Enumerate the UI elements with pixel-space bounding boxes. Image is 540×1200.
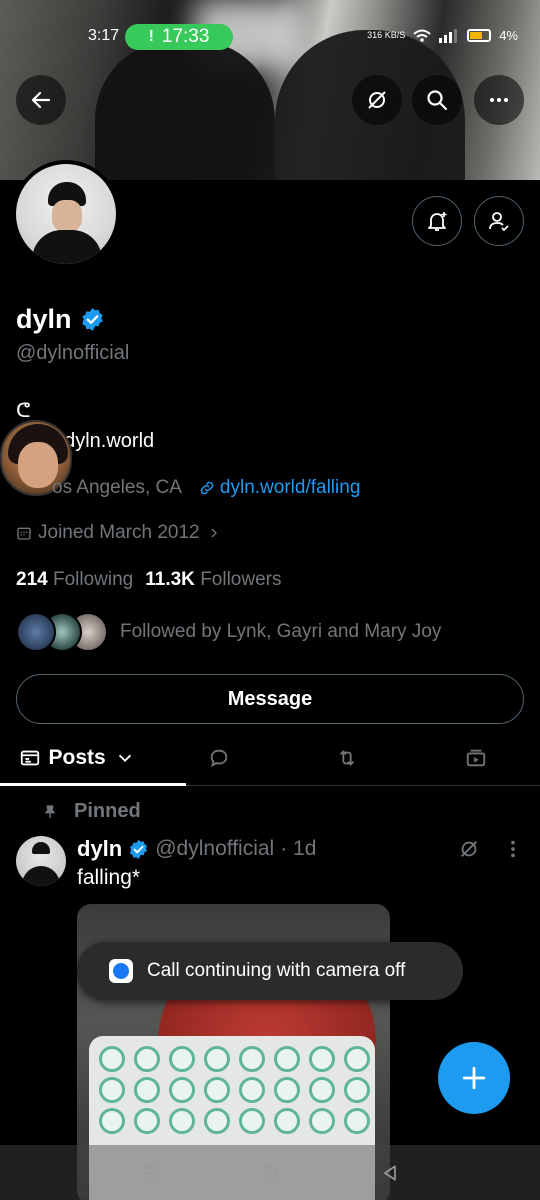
tab-replies[interactable]: [154, 730, 283, 785]
followers-label: Followers: [200, 569, 282, 590]
profile-meta: os Angeles, CA dyln.world/falling: [16, 477, 360, 499]
tab-reposts[interactable]: [283, 730, 412, 785]
more-icon: [490, 98, 508, 102]
chevron-right-icon: [211, 528, 217, 538]
post-actions: [458, 838, 524, 860]
ongoing-call-pill[interactable]: ! 17:33: [125, 24, 233, 50]
back-arrow-icon: [31, 91, 51, 109]
profile-handle: @dylnofficial: [16, 342, 130, 364]
reply-icon: [210, 749, 227, 767]
profile-name: dyln: [16, 304, 105, 335]
person-check-icon: [489, 212, 509, 232]
network-speed: 316 KB/S: [367, 30, 406, 40]
back-button[interactable]: [16, 75, 66, 125]
toast-text: Call continuing with camera off: [147, 960, 406, 981]
bell-plus-icon: [428, 212, 447, 231]
post-time: · 1d: [280, 837, 317, 860]
notifications-button[interactable]: [412, 196, 462, 246]
more-button[interactable]: [474, 75, 524, 125]
recent-apps-icon[interactable]: [140, 1163, 160, 1183]
status-bar: 3:17 ! 17:33 316 KB/S 4%: [0, 0, 540, 72]
search-button[interactable]: [412, 75, 462, 125]
bio-symbol: ᕦ: [16, 400, 31, 422]
tab-posts-label: Posts: [48, 745, 106, 769]
chevron-down-icon: [118, 754, 131, 762]
tab-posts[interactable]: Posts: [0, 730, 187, 786]
followers-stat[interactable]: 11.3K Followers: [145, 569, 281, 591]
joined-text: Joined March 2012: [38, 522, 200, 543]
post-author-handle: @dylnofficial: [155, 837, 275, 860]
following-stat[interactable]: 214 Following: [16, 569, 133, 591]
posts-icon: [20, 750, 39, 765]
back-nav-icon[interactable]: [380, 1163, 400, 1183]
call-timer: 17:33: [161, 26, 210, 47]
message-button[interactable]: Message: [16, 674, 524, 724]
plus-icon: [462, 1066, 486, 1090]
post-author-avatar[interactable]: [16, 836, 66, 886]
verified-badge-icon: [130, 839, 148, 859]
repost-icon: [340, 749, 355, 766]
media-off-icon: [368, 91, 386, 109]
followed-by-row[interactable]: Followed by Lynk, Gayri and Mary Joy: [16, 612, 441, 652]
followed-by-text: Followed by Lynk, Gayri and Mary Joy: [120, 621, 442, 642]
location-text: os Angeles, CA: [52, 477, 182, 498]
follower-avatar: [16, 612, 56, 652]
following-label: Following: [52, 569, 134, 590]
profile-tabs: Posts: [0, 730, 540, 786]
kebab-menu-icon[interactable]: [502, 838, 524, 860]
system-nav-bar: [0, 1145, 540, 1200]
battery-percent: 4%: [499, 28, 518, 43]
wifi-icon: [413, 29, 431, 42]
post-header: dyln @dylnofficial · 1d: [77, 836, 316, 862]
messenger-icon: [109, 959, 133, 983]
tab-media[interactable]: [411, 730, 540, 785]
media-off-button[interactable]: [352, 75, 402, 125]
post-author-name[interactable]: dyln: [77, 836, 122, 862]
follow-counts: 214 Following 11.3K Followers: [16, 569, 282, 591]
battery-icon: [467, 29, 492, 42]
call-toast: Call continuing with camera off: [77, 942, 463, 1000]
display-name: dyln: [16, 304, 72, 334]
followers-count: 11.3K: [145, 569, 195, 590]
website-link[interactable]: dyln.world/falling: [198, 477, 360, 499]
call-alert-icon: !: [148, 28, 154, 45]
post-text: falling*: [77, 866, 141, 889]
link-icon: [200, 481, 214, 495]
following-count: 214: [16, 569, 48, 590]
media-off-icon[interactable]: [458, 838, 480, 860]
media-icon: [466, 749, 485, 766]
following-button[interactable]: [474, 196, 524, 246]
search-icon: [427, 90, 448, 111]
pin-icon: [44, 804, 56, 818]
pinned-text: Pinned: [74, 800, 141, 822]
home-icon[interactable]: [260, 1163, 280, 1183]
calendar-icon: [17, 527, 31, 540]
compose-button[interactable]: [438, 1042, 510, 1114]
signal-icon: [439, 28, 458, 43]
verified-badge-icon[interactable]: [80, 307, 105, 332]
joined-date[interactable]: Joined March 2012: [16, 522, 222, 544]
status-icons: 316 KB/S 4%: [367, 28, 518, 43]
profile-avatar[interactable]: [12, 160, 120, 268]
website-text: dyln.world/falling: [219, 477, 361, 498]
status-time: 3:17: [88, 27, 120, 44]
pinned-label: Pinned: [42, 800, 141, 823]
